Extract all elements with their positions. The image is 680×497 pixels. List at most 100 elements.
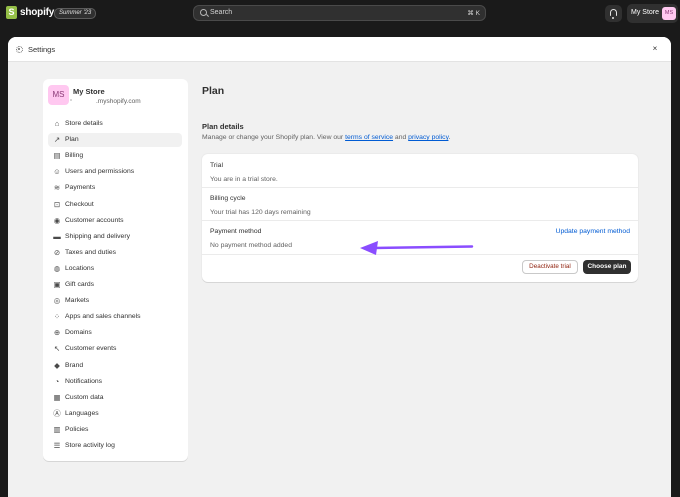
gear-icon [16,46,23,53]
sidebar-item-taxes-and-duties[interactable]: ⊘ Taxes and duties [48,246,182,260]
bell-icon: ◔ [54,376,60,386]
avatar: MS [662,7,676,20]
annotation-arrow-icon [360,241,474,255]
trial-row: Trial You are in a trial store. [202,154,638,188]
notifications-button[interactable] [605,5,622,22]
payment-method-subtitle: No payment method added [210,242,292,249]
logo-text: shopify [20,7,55,18]
section-description: Manage or change your Shopify plan. View… [202,134,450,141]
sidebar-item-label: Users and permissions [65,168,135,176]
payment-method-title: Payment method [210,228,262,235]
sidebar-item-label: Store activity log [65,442,115,449]
sidebar-item-label: Taxes and duties [65,248,117,256]
shopify-logo[interactable]: shopify [6,6,54,19]
policy-icon: ▥ [53,424,61,434]
edition-badge[interactable]: Summer '23 [54,8,97,19]
billing-cycle-row: Billing cycle Your trial has 120 days re… [202,188,638,221]
trial-title: Trial [210,162,223,169]
sidebar-item-label: Store details [65,120,103,127]
globe-icon: ◎ [53,296,61,306]
brand-icon: ◆ [54,360,60,370]
sidebar-item-policies[interactable]: ▥ Policies [48,423,182,437]
sidebar-item-label: Shipping and delivery [65,232,130,240]
bell-icon [610,9,617,19]
status-dot [70,99,72,101]
store-menu-button[interactable]: My Store MS [627,4,678,23]
search-placeholder: Search [210,9,233,16]
truck-icon: ▬ [53,231,61,241]
sidebar-item-store-activity-log[interactable]: ☰ Store activity log [48,439,182,453]
top-bar: shopify Summer '23 Search ⌘ K My Store M… [0,0,680,27]
sidebar-item-label: Apps and sales channels [65,313,141,321]
sidebar-item-domains[interactable]: ⊕ Domains [48,326,182,340]
search-bar[interactable]: Search ⌘ K [193,5,486,21]
apps-icon: ⁘ [53,312,61,322]
trial-subtitle: You are in a trial store. [210,176,278,183]
privacy-policy-link[interactable]: privacy policy [408,134,448,141]
sidebar-item-users-and-permissions[interactable]: ☺ Users and permissions [48,165,182,179]
search-icon [200,9,207,16]
plan-card: Trial You are in a trial store. Billing … [202,154,638,282]
sidebar-item-brand[interactable]: ◆ Brand [48,359,182,373]
sidebar-item-customer-accounts[interactable]: ◉ Customer accounts [48,214,182,228]
desc-suffix: . [448,134,451,141]
gift-icon: ▣ [53,280,61,289]
sidebar-item-markets[interactable]: ◎ Markets [48,294,182,308]
sidebar-item-label: Domains [65,329,92,337]
terms-of-service-link[interactable]: terms of service [345,134,393,141]
sidebar-item-label: Markets [65,297,90,305]
avatar: MS [48,85,69,105]
store-menu-name: My Store [631,9,660,16]
sidebar-item-shipping-and-delivery[interactable]: ▬ Shipping and delivery [48,230,182,244]
settings-header: Settings × [8,37,671,62]
data-icon: ▦ [53,392,61,402]
sidebar-item-label: Checkout [65,200,94,208]
sidebar-item-store-details[interactable]: ⌂ Store details [48,117,182,131]
desc-mid: and [393,134,409,141]
billing-icon: ▤ [53,151,61,161]
sidebar-item-gift-cards[interactable]: ▣ Gift cards [48,278,182,292]
sidebar-item-label: Billing [65,152,84,160]
sidebar-item-label: Customer accounts [65,216,124,224]
update-payment-method-link[interactable]: Update payment method [556,228,630,235]
sidebar-item-label: Plan [65,136,79,144]
sidebar-item-label: Languages [65,409,99,417]
domain-icon: ⊕ [53,328,61,338]
sidebar-item-billing[interactable]: ▤ Billing [48,149,182,163]
plan-icon: ↗ [53,135,61,145]
users-icon: ☺ [53,167,61,177]
sidebar-item-locations[interactable]: ◍ Locations [48,262,182,276]
store-icon: ⌂ [54,119,60,128]
sidebar-item-payments[interactable]: ≋ Payments [48,181,182,195]
nav-store-header[interactable]: MS My Store .myshopify.com [43,79,188,112]
choose-plan-button[interactable]: Choose plan [583,260,631,274]
close-icon[interactable]: × [651,45,659,53]
settings-title: Settings [28,45,56,54]
sidebar-item-custom-data[interactable]: ▦ Custom data [48,391,182,405]
sidebar-item-notifications[interactable]: ◔ Notifications [48,375,182,389]
cart-icon: ⊡ [53,199,61,209]
sidebar-item-label: Brand [65,361,84,369]
billing-cycle-title: Billing cycle [210,195,246,202]
settings-nav: MS My Store .myshopify.com ⌂ Store detail… [43,79,188,461]
sidebar-item-label: Locations [65,264,95,272]
sidebar-item-apps-and-sales-channels[interactable]: ⁘ Apps and sales channels [48,310,182,324]
sidebar-item-plan[interactable]: ↗ Plan [48,133,182,148]
location-icon: ◍ [53,263,61,273]
shopify-bag-icon [6,6,17,19]
deactivate-trial-button[interactable]: Deactivate trial [522,260,578,274]
sidebar-item-customer-events[interactable]: ↖ Customer events [48,342,182,356]
cursor-icon: ↖ [53,344,61,354]
sidebar-item-label: Customer events [65,345,117,353]
customer-icon: ◉ [53,215,61,225]
sidebar-item-checkout[interactable]: ⊡ Checkout [48,198,182,212]
sidebar-item-label: Payments [65,184,96,192]
sidebar-item-label: Notifications [65,377,103,385]
sidebar-item-label: Custom data [65,393,104,401]
sidebar-item-label: Policies [65,425,89,433]
store-name: My Store [73,87,105,96]
sidebar-item-languages[interactable]: Ⓐ Languages [48,407,182,421]
desc-prefix: Manage or change your Shopify plan. View… [202,134,346,141]
list-icon: ☰ [53,441,61,450]
search-shortcut: ⌘ K [467,10,480,17]
